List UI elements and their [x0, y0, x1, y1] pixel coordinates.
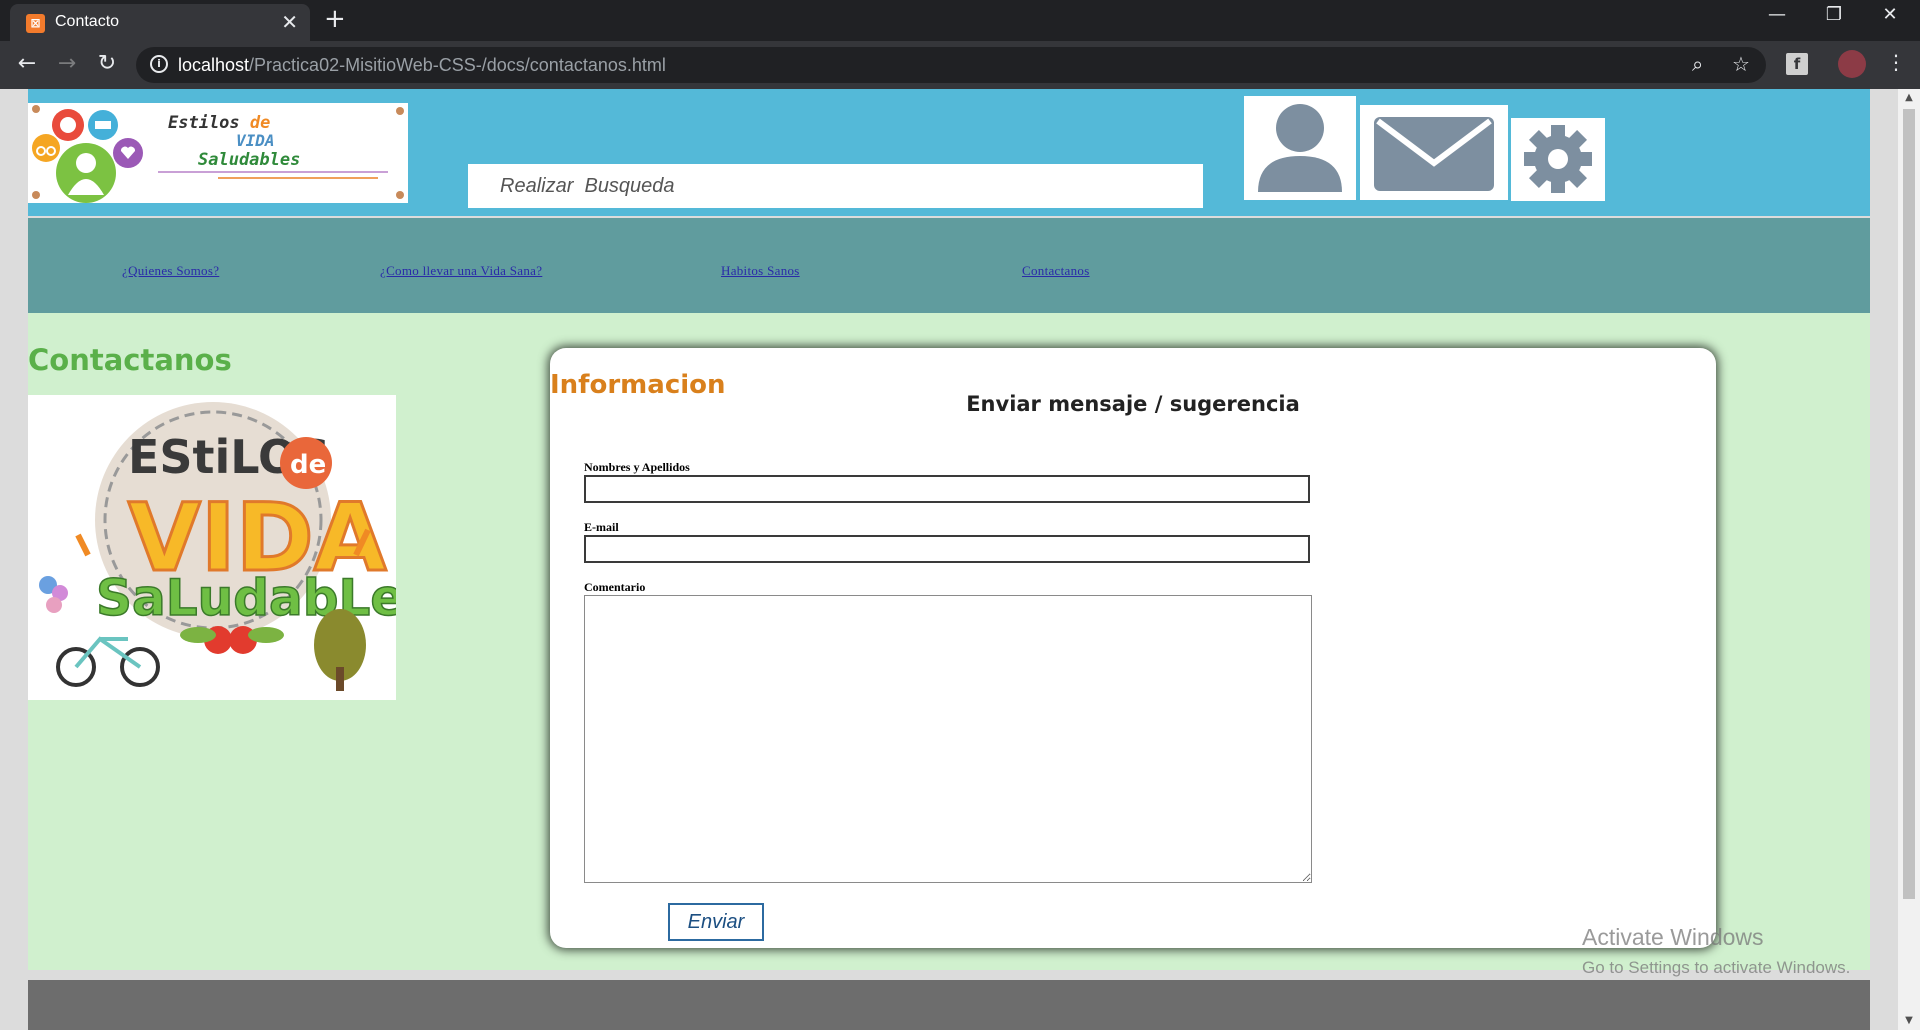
- illustration-text-de: de: [290, 450, 326, 480]
- scrollbar-thumb[interactable]: [1903, 109, 1915, 899]
- logo-text-saludables: Saludables: [198, 150, 301, 170]
- url-host: localhost: [178, 55, 250, 75]
- estilos-vida-illustration: EStiLOS de VIDA SaLudabLeS: [28, 395, 396, 700]
- name-label: Nombres y Apellidos: [584, 460, 690, 474]
- logo-text-estilos-word: Estilos: [168, 113, 250, 133]
- logo-corner-dot: [396, 191, 404, 199]
- gear-icon: [1524, 125, 1592, 193]
- email-label: E-mail: [584, 520, 619, 534]
- url-text[interactable]: localhost/Practica02-MisitioWeb-CSS-/doc…: [178, 55, 666, 76]
- send-button[interactable]: Enviar: [668, 903, 764, 941]
- forward-icon[interactable]: →: [53, 51, 81, 76]
- page-title: Contactanos: [28, 343, 232, 377]
- mail-icon-button[interactable]: [1360, 105, 1508, 200]
- nav-link-contactanos[interactable]: Contactanos: [1022, 263, 1090, 279]
- windows-activation-subtitle: Go to Settings to activate Windows.: [1582, 958, 1851, 977]
- estilos-vida-image: EStiLOS de VIDA SaLudabLeS: [28, 395, 396, 700]
- site-nav: ¿Quienes Somos? ¿Como llevar una Vida Sa…: [28, 218, 1870, 313]
- bookmark-star-icon[interactable]: ☆: [1732, 52, 1750, 76]
- minimize-icon[interactable]: —: [1757, 4, 1797, 25]
- new-tab-icon[interactable]: +: [324, 4, 346, 34]
- url-path: /Practica02-MisitioWeb-CSS-/docs/contact…: [249, 55, 666, 75]
- comment-textarea[interactable]: [584, 595, 1312, 883]
- windows-activation-title: Activate Windows: [1582, 924, 1764, 950]
- logo-text-estilos: Estilos de: [168, 113, 270, 133]
- reload-icon[interactable]: ↻: [93, 51, 121, 76]
- profile-avatar[interactable]: [1838, 50, 1866, 78]
- page-scrollbar[interactable]: ▲ ▼: [1898, 89, 1920, 1030]
- user-icon-button[interactable]: [1244, 96, 1356, 200]
- address-bar[interactable]: i localhost/Practica02-MisitioWeb-CSS-/d…: [136, 47, 1766, 83]
- name-field[interactable]: [584, 475, 1310, 503]
- close-window-icon[interactable]: ✕: [1870, 4, 1910, 25]
- page-viewport: Estilos de VIDA Saludables Realizar Busq…: [0, 89, 1920, 1030]
- site-header: Estilos de VIDA Saludables: [28, 89, 1870, 216]
- nav-link-quienes-somos[interactable]: ¿Quienes Somos?: [122, 263, 219, 279]
- user-icon: [1258, 104, 1342, 192]
- logo-text-vida: VIDA: [236, 131, 275, 150]
- site-logo[interactable]: Estilos de VIDA Saludables: [28, 103, 408, 203]
- logo-divider: [158, 171, 388, 173]
- restore-icon[interactable]: ❐: [1814, 4, 1854, 25]
- xampp-favicon-icon: ⊠: [26, 14, 45, 33]
- browser-tab[interactable]: ⊠ Contacto ✕: [10, 4, 310, 41]
- browser-toolbar: ← → ↻ i localhost/Practica02-MisitioWeb-…: [0, 41, 1920, 89]
- mail-icon: [1374, 117, 1494, 191]
- form-heading: Enviar mensaje / sugerencia: [966, 392, 1300, 416]
- scroll-down-icon[interactable]: ▼: [1898, 1012, 1920, 1030]
- browser-menu-icon[interactable]: ⋮: [1886, 50, 1906, 74]
- settings-icon-button[interactable]: [1511, 118, 1605, 201]
- main-content: Contactanos EStiLOS de VIDA SaLudabLeS: [28, 313, 1870, 977]
- logo-text-de: de: [249, 113, 271, 133]
- nav-link-vida-sana[interactable]: ¿Como llevar una Vida Sana?: [380, 263, 542, 279]
- contact-card: Informacion Enviar mensaje / sugerencia …: [550, 348, 1716, 948]
- scroll-up-icon[interactable]: ▲: [1898, 89, 1920, 107]
- tab-close-icon[interactable]: ✕: [281, 10, 298, 34]
- logo-divider-2: [218, 177, 378, 179]
- back-icon[interactable]: ←: [13, 51, 41, 76]
- logo-graphic-icon: [32, 105, 143, 203]
- logo-corner-dot: [396, 107, 404, 115]
- zoom-icon[interactable]: ⌕: [1692, 52, 1703, 76]
- email-field[interactable]: [584, 535, 1310, 563]
- facebook-extension-icon[interactable]: f: [1786, 53, 1808, 75]
- nav-link-habitos-sanos[interactable]: Habitos Sanos: [721, 263, 800, 279]
- site-footer: [28, 980, 1870, 1030]
- page: Estilos de VIDA Saludables Realizar Busq…: [28, 89, 1870, 1030]
- tab-title: Contacto: [55, 13, 120, 30]
- search-input[interactable]: [468, 164, 1203, 208]
- site-info-icon[interactable]: i: [150, 55, 168, 73]
- comment-label: Comentario: [584, 580, 646, 594]
- browser-tabstrip: ⊠ Contacto ✕ + — ❐ ✕: [0, 0, 1920, 41]
